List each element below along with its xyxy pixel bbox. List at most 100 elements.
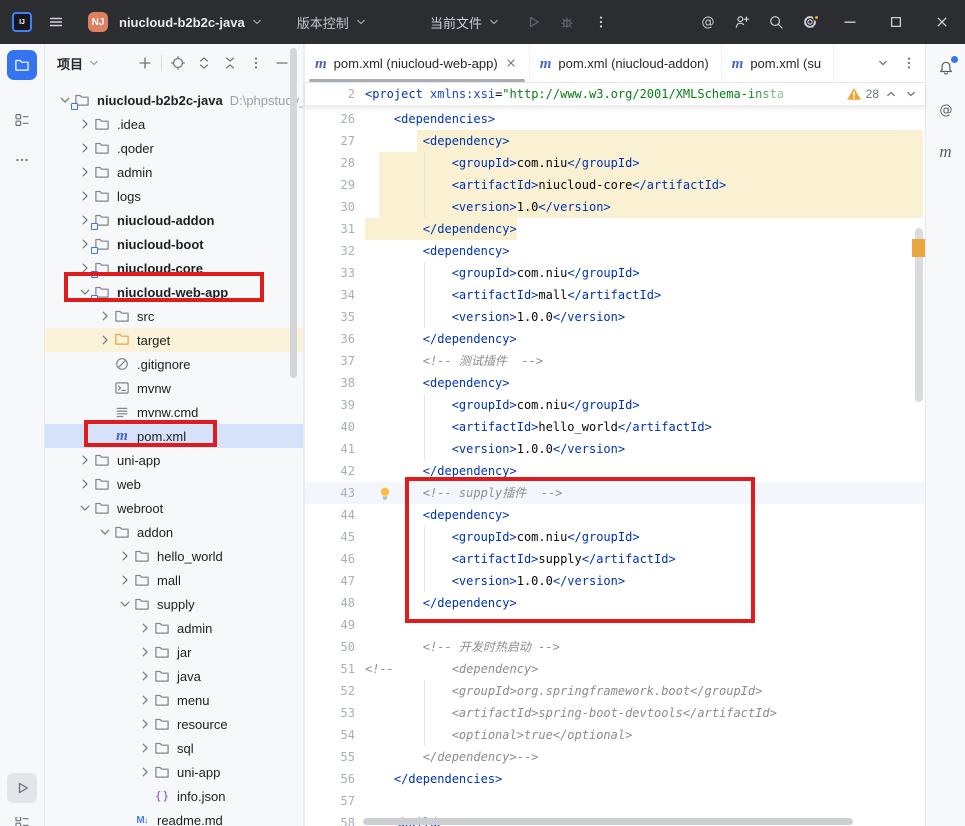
line-number[interactable]: 55 <box>305 746 365 768</box>
tab-options-button[interactable] <box>897 51 921 75</box>
code-line-52[interactable]: 52 <groupId>org.springframework.boot</gr… <box>305 680 925 702</box>
code-editor[interactable]: 26 <dependencies>27 <dependency>28 <grou… <box>305 106 925 826</box>
code-line-40[interactable]: 40 <artifactId>hello_world</artifactId> <box>305 416 925 438</box>
code-line-36[interactable]: 36 </dependency> <box>305 328 925 350</box>
code-line-26[interactable]: 26 <dependencies> <box>305 108 925 130</box>
line-number[interactable]: 35 <box>305 306 365 328</box>
close-tab-icon[interactable] <box>505 57 517 69</box>
tree-item--idea[interactable]: .idea <box>45 112 303 136</box>
tree-item-webroot[interactable]: webroot <box>45 496 303 520</box>
code-line-43[interactable]: 43 <!-- supply插件 --> <box>305 482 925 504</box>
more-tool-windows-button[interactable] <box>14 152 30 168</box>
tree-item-info-json[interactable]: { }info.json <box>45 784 303 808</box>
line-number[interactable]: 43 <box>305 482 365 504</box>
code-line-38[interactable]: 38 <dependency> <box>305 372 925 394</box>
chevron-collapsed-icon[interactable] <box>137 644 153 660</box>
project-tool-window-button[interactable] <box>7 50 37 80</box>
code-line-33[interactable]: 33 <groupId>com.niu</groupId> <box>305 262 925 284</box>
more-actions-button[interactable] <box>584 7 618 37</box>
maven-tool-window-button[interactable]: m <box>934 140 958 164</box>
code-line-29[interactable]: 29 <artifactId>niucloud-core</artifactId… <box>305 174 925 196</box>
code-line-47[interactable]: 47 <version>1.0.0</version> <box>305 570 925 592</box>
editor-tab-0[interactable]: mpom.xml (niucloud-web-app) <box>305 44 530 82</box>
line-number[interactable]: 51 <box>305 658 365 680</box>
code-line-34[interactable]: 34 <artifactId>mall</artifactId> <box>305 284 925 306</box>
tree-item-target[interactable]: target <box>45 328 303 352</box>
line-number[interactable]: 56 <box>305 768 365 790</box>
select-opened-file-button[interactable] <box>165 50 191 76</box>
line-number[interactable]: 45 <box>305 526 365 548</box>
code-line-46[interactable]: 46 <artifactId>supply</artifactId> <box>305 548 925 570</box>
ai-assistant-icon[interactable]: @ <box>691 7 725 37</box>
search-everywhere-icon[interactable] <box>759 7 793 37</box>
line-number[interactable]: 44 <box>305 504 365 526</box>
structure-tool-window-button[interactable] <box>14 112 30 128</box>
tree-item-mvnw-cmd[interactable]: mvnw.cmd <box>45 400 303 424</box>
run-configuration-widget[interactable]: 当前文件 <box>430 13 502 32</box>
project-widget[interactable]: NJ niucloud-b2b2c-java <box>82 6 271 38</box>
tree-item--gitignore[interactable]: .gitignore <box>45 352 303 376</box>
sticky-line[interactable]: 2 <project xmlns:xsi="http://www.w3.org/… <box>305 83 925 106</box>
line-number[interactable]: 53 <box>305 702 365 724</box>
tree-item-niucloud-addon[interactable]: niucloud-addon <box>45 208 303 232</box>
tree-item-supply[interactable]: supply <box>45 592 303 616</box>
code-with-me-icon[interactable] <box>725 7 759 37</box>
tree-scrollbar[interactable] <box>290 48 297 378</box>
previous-warning-button[interactable] <box>883 86 899 102</box>
line-number[interactable]: 39 <box>305 394 365 416</box>
notifications-button[interactable] <box>934 56 958 80</box>
code-line-56[interactable]: 56 </dependencies> <box>305 768 925 790</box>
line-number[interactable]: 36 <box>305 328 365 350</box>
line-number[interactable]: 42 <box>305 460 365 482</box>
code-line-57[interactable]: 57 <box>305 790 925 812</box>
minimize-button[interactable] <box>827 0 873 44</box>
line-number[interactable]: 40 <box>305 416 365 438</box>
tree-item--qoder[interactable]: .qoder <box>45 136 303 160</box>
debug-button[interactable] <box>550 7 584 37</box>
show-hidden-tabs-button[interactable] <box>871 51 895 75</box>
project-panel-title[interactable]: 项目 <box>57 54 102 73</box>
tree-item-resource[interactable]: resource <box>45 712 303 736</box>
main-menu-button[interactable] <box>48 14 64 30</box>
editor-horizontal-scrollbar[interactable] <box>363 818 853 825</box>
code-line-45[interactable]: 45 <groupId>com.niu</groupId> <box>305 526 925 548</box>
chevron-collapsed-icon[interactable] <box>137 716 153 732</box>
chevron-collapsed-icon[interactable] <box>77 116 93 132</box>
tree-item-admin[interactable]: admin <box>45 160 303 184</box>
tree-item-sql[interactable]: sql <box>45 736 303 760</box>
tree-item-web[interactable]: web <box>45 472 303 496</box>
tree-item-niucloud-core[interactable]: niucloud-core <box>45 256 303 280</box>
inspections-widget[interactable]: 28 <box>842 83 919 105</box>
expand-all-button[interactable] <box>191 50 217 76</box>
settings-button[interactable] <box>793 7 827 37</box>
code-line-54[interactable]: 54 <optional>true</optional> <box>305 724 925 746</box>
line-number[interactable]: 31 <box>305 218 365 240</box>
tree-item-pom-xml[interactable]: mpom.xml <box>45 424 303 448</box>
line-number[interactable]: 38 <box>305 372 365 394</box>
add-button[interactable] <box>132 50 158 76</box>
code-line-51[interactable]: 51<!-- <dependency> <box>305 658 925 680</box>
line-number[interactable]: 58 <box>305 812 365 826</box>
chevron-collapsed-icon[interactable] <box>77 164 93 180</box>
code-line-42[interactable]: 42 </dependency> <box>305 460 925 482</box>
code-line-41[interactable]: 41 <version>1.0.0</version> <box>305 438 925 460</box>
tree-item-hello-world[interactable]: hello_world <box>45 544 303 568</box>
collapse-all-button[interactable] <box>217 50 243 76</box>
line-number[interactable]: 27 <box>305 130 365 152</box>
tree-item-src[interactable]: src <box>45 304 303 328</box>
line-number[interactable]: 30 <box>305 196 365 218</box>
line-number[interactable]: 34 <box>305 284 365 306</box>
line-number[interactable]: 32 <box>305 240 365 262</box>
tree-item-java[interactable]: java <box>45 664 303 688</box>
chevron-expanded-icon[interactable] <box>97 524 113 540</box>
chevron-collapsed-icon[interactable] <box>137 740 153 756</box>
code-line-27[interactable]: 27 <dependency> <box>305 130 925 152</box>
partial-tool-window-icon[interactable] <box>9 817 35 826</box>
next-warning-button[interactable] <box>903 86 919 102</box>
tree-item-logs[interactable]: logs <box>45 184 303 208</box>
intention-bulb-icon[interactable] <box>377 485 393 504</box>
line-number[interactable]: 46 <box>305 548 365 570</box>
chevron-collapsed-icon[interactable] <box>137 620 153 636</box>
line-number[interactable]: 28 <box>305 152 365 174</box>
chevron-collapsed-icon[interactable] <box>77 188 93 204</box>
